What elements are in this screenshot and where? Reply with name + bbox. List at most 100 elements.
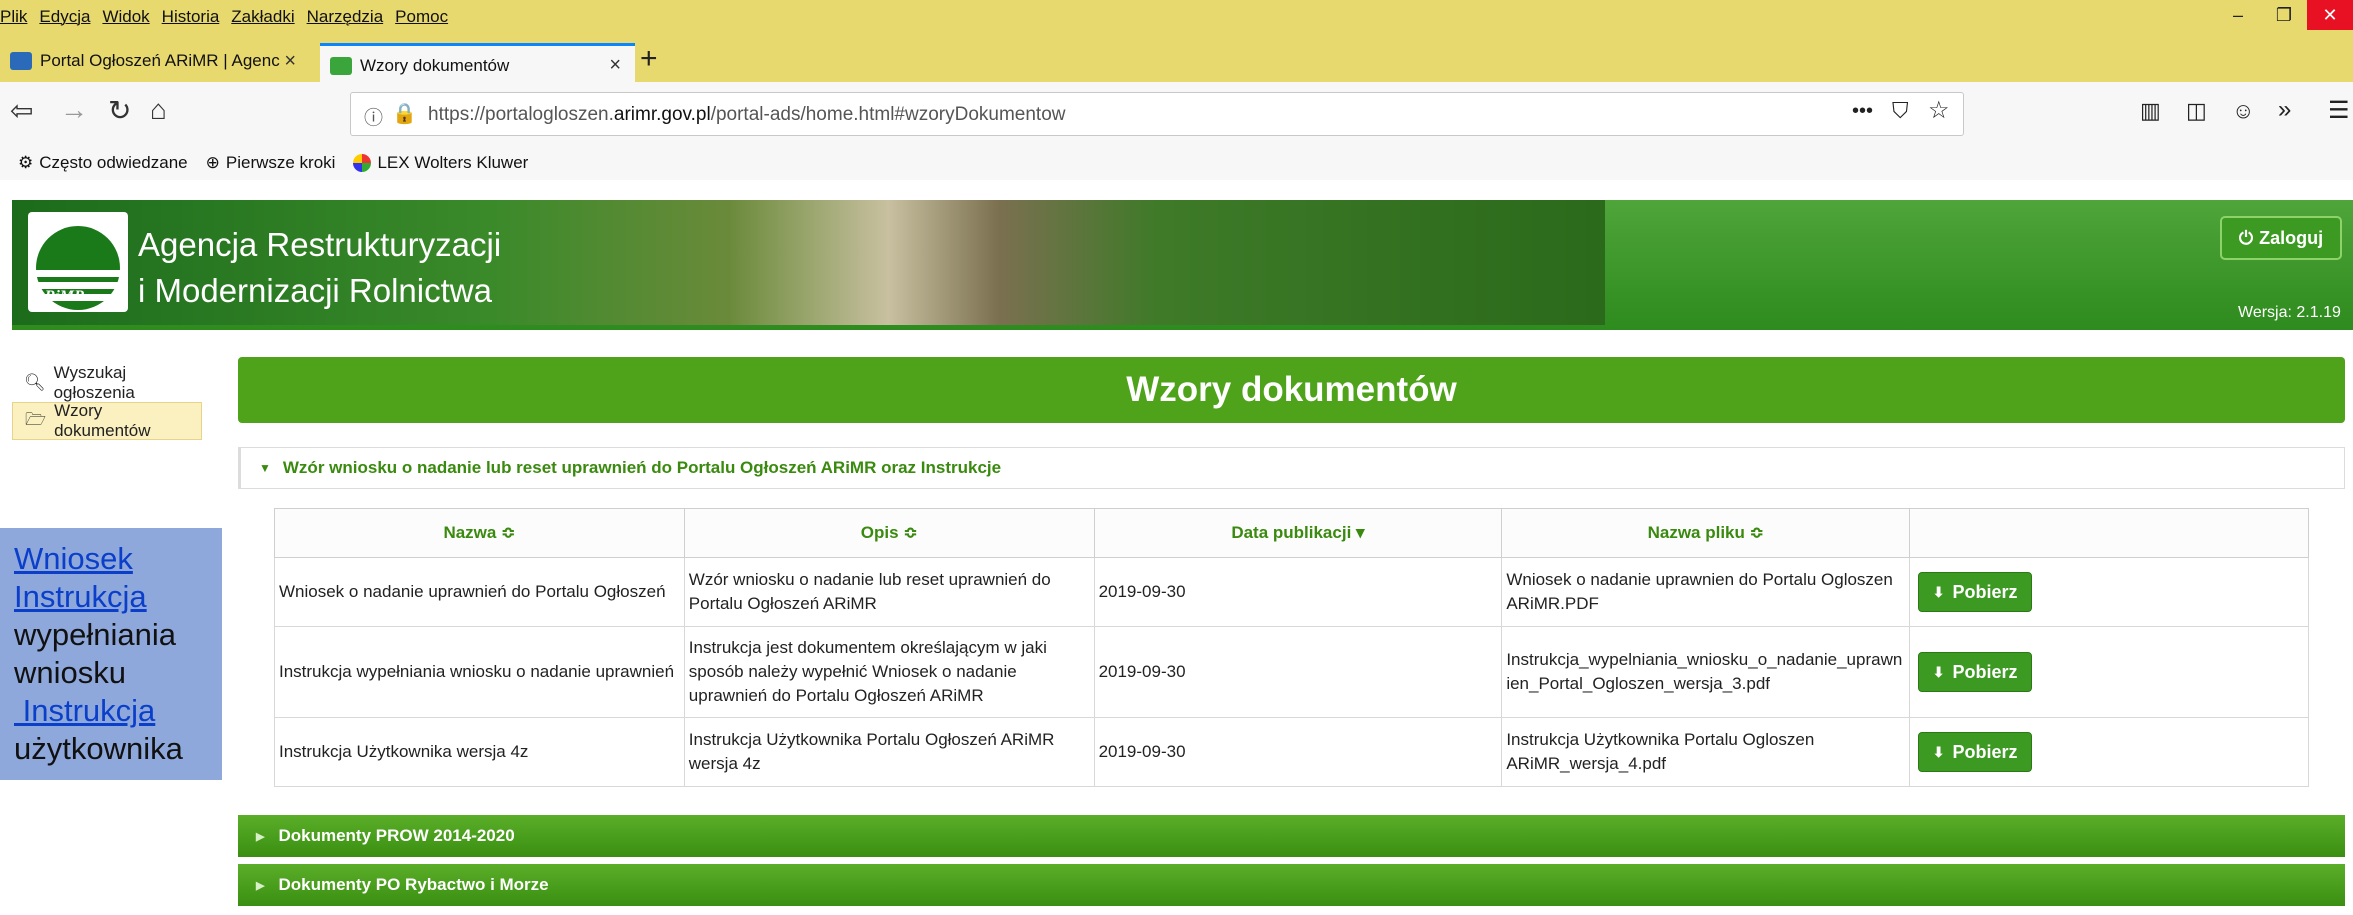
note-text: wypełniania	[14, 617, 176, 652]
link-wniosek[interactable]: Wniosek	[14, 541, 133, 576]
note-text: użytkownika	[14, 731, 183, 766]
column-header-actions	[1909, 508, 2309, 558]
column-header-opis[interactable]: Opis ≎	[683, 508, 1095, 558]
menu-bookmarks[interactable]: Zakładki	[231, 7, 294, 29]
download-label: Pobierz	[1952, 742, 2018, 762]
tab-label: Portal Ogłoszeń ARiMR | Agenc	[40, 51, 280, 70]
cell-plik: Instrukcja_wypelniania_wniosku_o_nadanie…	[1501, 626, 1911, 718]
section-header-wnioski[interactable]: ▼ Wzór wniosku o nadanie lub reset upraw…	[238, 447, 2345, 489]
column-header-nazwa[interactable]: Nazwa ≎	[274, 508, 685, 558]
tab-portal-ogloszen[interactable]: Portal Ogłoszeń ARiMR | Agenc ×	[0, 40, 310, 82]
menu-tools[interactable]: Narzędzia	[307, 7, 384, 29]
back-icon[interactable]: ⇦	[10, 94, 33, 127]
menu-item-label: Wzory dokumentów	[54, 401, 151, 440]
url-path: /portal-ads/home.html#wzoryDokumentow	[710, 104, 1066, 125]
version-label: Wersja: 2.1.19	[2238, 304, 2341, 321]
download-icon: ⬇	[1932, 584, 1945, 600]
menu-item-document-templates[interactable]: 🗁 Wzory dokumentów	[12, 401, 202, 440]
menu-history[interactable]: Historia	[162, 7, 220, 29]
lock-icon: 🔒	[392, 103, 417, 125]
agency-name-line2: i Modernizacji Rolnictwa	[138, 272, 492, 309]
info-icon[interactable]: ⓘ	[364, 103, 383, 130]
gear-icon: ⚙	[18, 153, 34, 172]
page-title: Wzory dokumentów	[238, 357, 2345, 423]
download-label: Pobierz	[1952, 662, 2018, 682]
cell-nazwa: Wniosek o nadanie uprawnień do Portalu O…	[274, 557, 685, 627]
bookmark-czesto-odwiedzane[interactable]: ⚙ Często odwiedzane	[18, 153, 188, 173]
download-button[interactable]: ⬇ Pobierz	[1918, 732, 2033, 772]
account-icon[interactable]: ☺	[2232, 98, 2254, 124]
download-icon: ⬇	[1932, 664, 1945, 680]
table-row: Instrukcja Użytkownika wersja 4z Instruk…	[274, 717, 2309, 787]
sidebar-icon[interactable]: ◫	[2186, 98, 2207, 124]
bookmark-label: Pierwsze kroki	[225, 153, 336, 172]
cell-actions: ⬇ Pobierz	[1909, 557, 2309, 627]
cell-data: 2019-09-30	[1093, 557, 1503, 627]
cell-data: 2019-09-30	[1093, 717, 1503, 787]
cell-plik: Wniosek o nadanie uprawnien do Portalu O…	[1501, 557, 1911, 627]
agency-name-line1: Agencja Restrukturyzacji	[138, 226, 502, 263]
menu-view[interactable]: Widok	[102, 7, 149, 29]
download-button[interactable]: ⬇ Pobierz	[1918, 652, 2033, 692]
cell-opis: Instrukcja Użytkownika Portalu Ogłoszeń …	[683, 717, 1095, 787]
bookmark-star-icon[interactable]: ☆	[1928, 96, 1950, 125]
menu-edit[interactable]: Edycja	[39, 7, 90, 29]
bookmarks-toolbar: ⚙ Często odwiedzane ⊕ Pierwsze kroki LEX…	[0, 146, 2353, 180]
bookmark-pierwsze-kroki[interactable]: ⊕ Pierwsze kroki	[206, 153, 336, 173]
menu-item-label: Wyszukaj ogłoszenia	[53, 363, 135, 402]
new-tab-button[interactable]: +	[640, 42, 658, 76]
sort-icon: ≎	[903, 523, 918, 542]
forward-icon[interactable]: →	[60, 94, 88, 126]
window-controls: – ❐ ✕	[2215, 0, 2353, 30]
pocket-icon[interactable]: ⛉	[1892, 98, 1909, 124]
column-header-plik[interactable]: Nazwa pliku ≎	[1501, 508, 1911, 558]
site-favicon-icon	[10, 52, 32, 70]
search-icon: 🔍︎	[24, 373, 46, 392]
menu-help[interactable]: Pomoc	[395, 7, 448, 29]
column-header-data[interactable]: Data publikacji ▾	[1093, 508, 1503, 558]
menu-bar: Plik Edycja Widok Historia Zakładki Narz…	[0, 7, 460, 29]
sort-icon: ≎	[501, 523, 516, 542]
section-title: Dokumenty PROW 2014-2020	[278, 826, 515, 845]
restore-icon[interactable]: ❐	[2261, 0, 2307, 30]
hamburger-menu-icon[interactable]: ☰	[2328, 96, 2350, 125]
download-label: Pobierz	[1952, 582, 2018, 602]
cell-nazwa: Instrukcja Użytkownika wersja 4z	[274, 717, 685, 787]
section-header-po-rybactwo[interactable]: ▶ Dokumenty PO Rybactwo i Morze	[238, 864, 2345, 906]
documents-table: Nazwa ≎ Opis ≎ Data publikacji ▾ Nazwa p…	[274, 508, 2309, 787]
login-button[interactable]: ⏻ Zaloguj	[2220, 216, 2342, 260]
link-instrukcja-uzytkownika[interactable]: Instrukcja	[14, 693, 156, 728]
home-icon[interactable]: ⌂	[150, 94, 167, 126]
menu-file[interactable]: Plik	[0, 7, 27, 29]
library-icon[interactable]: ▥	[2140, 98, 2161, 124]
globe-icon: ⊕	[205, 153, 220, 172]
tab-close-icon[interactable]: ×	[284, 50, 296, 73]
cell-actions: ⬇ Pobierz	[1909, 626, 2309, 718]
section-title: Dokumenty PO Rybactwo i Morze	[278, 875, 549, 894]
reload-icon[interactable]: ↻	[108, 94, 131, 127]
folder-open-icon: 🗁	[25, 409, 47, 429]
table-row: Wniosek o nadanie uprawnień do Portalu O…	[274, 557, 2309, 627]
header-label: Opis	[860, 523, 899, 542]
header-label: Data publikacji	[1231, 523, 1352, 542]
overflow-icon[interactable]: »	[2278, 96, 2291, 124]
bookmark-lex[interactable]: LEX Wolters Kluwer	[353, 153, 528, 173]
tab-close-icon[interactable]: ×	[609, 54, 621, 77]
page-actions-icon[interactable]: •••	[1852, 100, 1873, 123]
section-header-prow[interactable]: ▶ Dokumenty PROW 2014-2020	[238, 815, 2345, 857]
bookmark-label: Często odwiedzane	[39, 153, 188, 172]
table-row: Instrukcja wypełniania wniosku o nadanie…	[274, 626, 2309, 718]
power-icon: ⏻	[2238, 227, 2254, 248]
link-instrukcja-wypelniania[interactable]: Instrukcja	[14, 579, 147, 614]
page-favicon-icon	[330, 56, 352, 75]
sort-desc-icon: ▾	[1356, 523, 1365, 542]
url-text[interactable]: https://portalogloszen.arimr.gov.pl/port…	[428, 104, 1066, 126]
tab-wzory-dokumentow[interactable]: Wzory dokumentów ×	[320, 43, 635, 85]
url-domain: arimr.gov.pl	[613, 104, 711, 125]
download-button[interactable]: ⬇ Pobierz	[1918, 572, 2033, 612]
tab-label: Wzory dokumentów	[360, 55, 510, 75]
cell-data: 2019-09-30	[1093, 626, 1503, 718]
menu-item-search-ads[interactable]: 🔍︎ Wyszukaj ogłoszenia	[12, 363, 202, 402]
close-window-icon[interactable]: ✕	[2307, 0, 2353, 30]
minimize-icon[interactable]: –	[2215, 0, 2261, 30]
